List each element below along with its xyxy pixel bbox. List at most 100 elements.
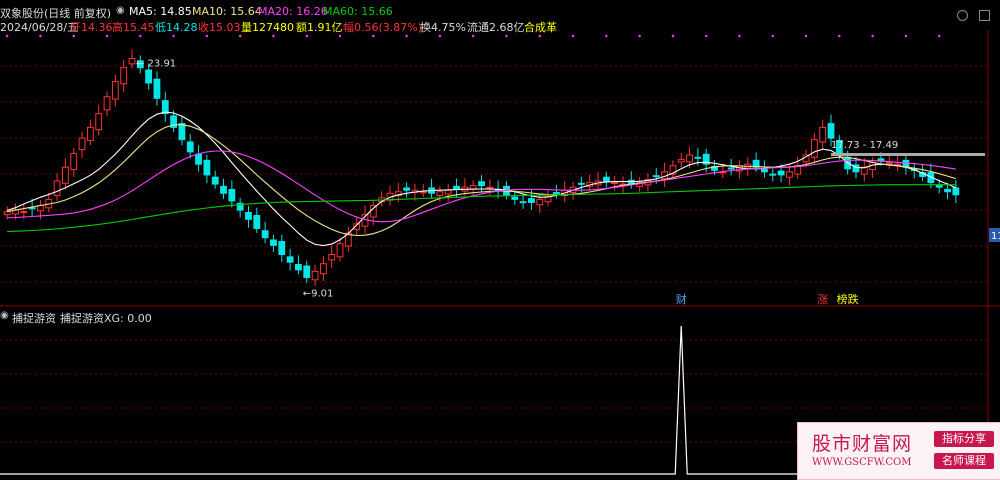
quote-turnover: 换4.75% <box>420 21 466 34</box>
indicator-gear-icon[interactable]: ◉ <box>0 310 9 321</box>
marker-dot <box>39 34 42 38</box>
candle-body <box>62 166 69 184</box>
ma10-label: MA10: 15.64 <box>192 5 262 18</box>
gear-icon[interactable] <box>956 10 968 21</box>
candle-body <box>203 159 211 176</box>
candle-body <box>328 254 336 261</box>
marker-dot <box>871 34 874 38</box>
candle-body <box>103 96 111 111</box>
high-price-label: ← 23.91 <box>136 58 176 69</box>
candle-body <box>677 159 685 163</box>
candle-body <box>295 263 302 271</box>
candle-body <box>810 139 818 158</box>
watermark-tag-share: 指标分享 <box>934 431 994 447</box>
candle-body <box>552 192 560 195</box>
price-chart: ← 23.91 ←9.01 17.73 - 17.49 财 涨榜跌 11 <box>0 30 1000 479</box>
candle-body <box>95 113 103 131</box>
candle-body <box>336 243 344 258</box>
marker-dot <box>638 34 641 38</box>
candle-body <box>453 185 460 190</box>
candle-body <box>944 188 951 193</box>
marker-dot <box>671 34 675 38</box>
settings-icon[interactable]: ◉ <box>116 5 125 16</box>
low-price-label: ←9.01 <box>303 289 334 300</box>
candle-body <box>577 182 585 185</box>
quote-open: 开14.36 <box>70 21 113 34</box>
event-marker: 财 <box>676 292 687 306</box>
event-marker: 涨 <box>817 293 828 306</box>
candle-body <box>20 211 28 214</box>
marker-dot <box>438 34 442 38</box>
candle-body <box>311 270 319 281</box>
candle-body <box>761 169 768 173</box>
marker-dot <box>538 34 541 38</box>
candle-body <box>78 137 86 151</box>
candle-body <box>819 126 827 143</box>
candle-body <box>727 167 735 170</box>
maximize-icon[interactable] <box>979 10 990 21</box>
candle-body <box>785 171 793 178</box>
candle-body <box>53 180 61 197</box>
candle-body <box>286 256 294 263</box>
price-header: 双象股份(日线 前复权) ◉ MA5: 14.85 MA10: 15.64 MA… <box>0 0 990 34</box>
marker-dot <box>571 34 575 38</box>
marker-dot <box>72 34 75 38</box>
candle-body <box>769 173 777 176</box>
candle-body <box>777 170 785 176</box>
candle-body <box>261 230 269 239</box>
ma5-label: MA5: 14.85 <box>129 5 192 18</box>
candle-body <box>178 123 186 141</box>
candle-body <box>86 126 94 141</box>
watermark-title: 股市财富网 <box>812 433 913 455</box>
ma60-label: MA60: 15.66 <box>323 5 393 18</box>
marker-dot <box>471 34 475 38</box>
quote-close: 收15.03 <box>198 21 241 34</box>
candle-body <box>120 67 128 85</box>
candle-body <box>611 182 619 185</box>
candle-body <box>186 141 194 153</box>
range-band-label: 17.73 - 17.49 <box>831 140 898 151</box>
candle-body <box>245 211 252 220</box>
candle-body <box>270 239 277 246</box>
candle-body <box>111 80 119 100</box>
marker-dot <box>505 34 508 38</box>
sector-name[interactable]: 合成革 <box>524 19 557 35</box>
quote-volume: 量127480 <box>241 21 294 34</box>
indicator-value: 捕捉游资XG: 0.00 <box>60 312 152 325</box>
candle-body <box>253 214 261 229</box>
candle-body <box>228 188 236 202</box>
quote-change: 幅0.56(3.87%) <box>343 21 423 34</box>
candle-body <box>319 263 327 275</box>
candle-body <box>3 211 11 216</box>
candle-body <box>885 162 893 165</box>
candle-body <box>211 176 219 185</box>
candle-body <box>70 152 78 171</box>
candle-body <box>303 265 311 278</box>
indicator-name[interactable]: 捕捉游资 <box>12 310 56 326</box>
marker-dot <box>605 34 608 38</box>
candle-body <box>511 196 519 200</box>
candle-body <box>220 185 227 194</box>
candle-body <box>478 181 485 187</box>
candle-body <box>486 186 494 189</box>
candle-body <box>686 154 693 163</box>
quote-amount: 额1.91亿 <box>296 21 343 34</box>
watermark-tag-course: 名师课程 <box>934 453 994 469</box>
window-controls <box>951 6 990 25</box>
marker-dot <box>904 34 908 38</box>
quote-date: 2024/06/28/五 <box>0 21 79 34</box>
ma20-label: MA20: 16.26 <box>258 5 328 18</box>
candle-body <box>419 191 427 194</box>
candle-body <box>519 201 527 204</box>
marker-dot <box>139 34 142 38</box>
range-band <box>831 152 985 156</box>
candle-body <box>436 191 444 197</box>
marker-dot <box>937 34 941 38</box>
watermark-url: WWW.GSCFW.COM <box>812 457 912 468</box>
candle-body <box>528 198 535 203</box>
quote-low: 低14.28 <box>155 21 198 34</box>
marker-dot <box>372 34 375 38</box>
marker-dot <box>272 34 275 38</box>
candle-body <box>827 123 835 139</box>
quote-float-cap: 流通2.68亿 <box>467 21 525 34</box>
